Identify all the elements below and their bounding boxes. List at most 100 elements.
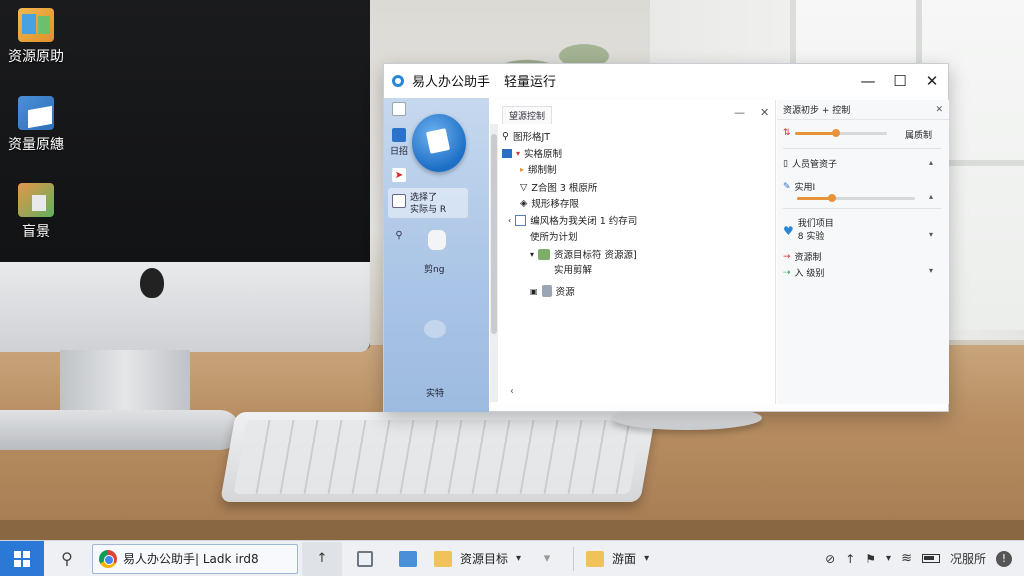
shield-icon <box>541 285 552 297</box>
property-row[interactable]: ✎ 实用I <box>783 180 815 194</box>
tree-item-label: 图形格JT <box>512 132 551 143</box>
expand-icon[interactable]: ▾ <box>530 250 534 259</box>
scroll-up-button[interactable]: ↑ <box>302 541 342 576</box>
arrow-up-icon: ↑ <box>316 551 328 566</box>
panel-close-button[interactable]: ✕ <box>760 106 769 119</box>
apple-logo-icon <box>140 268 164 298</box>
windows-logo-icon <box>14 550 30 567</box>
expand-icon[interactable]: ▸ <box>520 165 524 174</box>
search-button[interactable]: ⚲ <box>44 541 90 576</box>
sort-icon: ⇅ <box>783 128 791 138</box>
tree-item[interactable]: ▾ 实格原制 <box>502 146 562 160</box>
expand-icon[interactable]: ▾ <box>516 149 520 158</box>
panel-minimize-button[interactable]: — <box>734 106 745 119</box>
folder-icon <box>586 550 605 567</box>
arrow-up-icon[interactable]: ↑ <box>845 552 855 566</box>
tab-resource-control[interactable]: 望源控制 <box>502 106 553 124</box>
property-row[interactable]: ▯ 人员管资子 <box>783 157 837 171</box>
maximize-button[interactable]: ☐ <box>884 64 916 97</box>
property-slider[interactable] <box>795 129 887 137</box>
taskbar-app-folder[interactable]: 资源目标 ▾ <box>428 541 527 576</box>
background-keyboard <box>220 412 656 502</box>
slider-knob[interactable] <box>832 129 841 137</box>
tree-item-label: 使所为计划 <box>530 232 578 243</box>
heart-icon: ♥ <box>783 224 794 238</box>
tree-item[interactable]: ◈ 规形移存限 <box>520 196 579 211</box>
tree-item-label: 编风格为我关闭 1 约存司 <box>530 216 638 227</box>
notification-icon[interactable]: ! <box>996 550 1012 567</box>
sidebar: 日招 ➤ 选择了 实际与 R ⚲ 剪ng 实特 <box>384 98 489 412</box>
dropdown-icon[interactable]: ▾ <box>516 553 521 564</box>
properties-close-button[interactable]: ✕ <box>935 105 943 115</box>
collapse-icon[interactable]: ▴ <box>929 192 933 201</box>
taskbar-app-active[interactable]: 易人办公助手| Ladk ird8 <box>92 543 298 574</box>
folder-icon <box>502 148 512 158</box>
dropdown-icon[interactable]: ▾ <box>644 553 649 564</box>
tree-item[interactable]: ▣ 资源 <box>530 284 575 298</box>
desktop-icon-resource-docs[interactable]: 资量原繐 <box>0 96 72 154</box>
tree-item[interactable]: ▾ 资源目标符 资源源] <box>530 247 637 261</box>
tray-dropdown-icon[interactable]: ▾ <box>886 553 891 564</box>
app-window: 易人办公助手 轻量运行 — ☐ ✕ 日招 ➤ 选择了 实际与 R ⚲ 剪ng 实… <box>383 63 949 412</box>
desktop-icon-resource-assistant[interactable]: 资源原助 <box>0 8 72 66</box>
dropdown-icon[interactable]: ▾ <box>929 230 933 239</box>
task-view-button[interactable] <box>342 541 388 576</box>
collapse-icon[interactable]: ▴ <box>929 158 933 167</box>
property-slider[interactable] <box>797 194 915 202</box>
monitor-chin <box>0 262 370 352</box>
expand-icon[interactable]: ▣ <box>530 287 538 296</box>
clock[interactable]: 况服所 <box>950 550 986 567</box>
link-icon[interactable]: ⚲ <box>392 228 406 242</box>
taskbar-folder-label: 资源目标 <box>460 552 509 566</box>
tree-item-label: 实格原制 <box>524 149 563 160</box>
brush-icon[interactable] <box>428 230 446 250</box>
tree-item[interactable]: ⚲ 图形格JT <box>502 129 551 144</box>
tree-item[interactable]: ▸ 绑制制 <box>520 162 557 177</box>
dropdown-icon[interactable]: ▾ <box>929 266 933 275</box>
checkbox-icon[interactable] <box>515 214 527 226</box>
collapse-icon[interactable]: ‹ <box>508 216 511 225</box>
minimize-button[interactable]: — <box>852 64 884 97</box>
start-button[interactable] <box>0 540 44 576</box>
battery-icon[interactable] <box>921 554 940 563</box>
slider-fill <box>797 197 833 200</box>
tree-panel: 望源控制 — ✕ ⚲ 图形格JT ▾ 实格原制 ▸ 绑制制 ▽ Z合图 3 根原… <box>490 100 776 404</box>
taskbar-divider <box>573 546 575 571</box>
cursor-icon[interactable]: ➤ <box>392 168 406 182</box>
property-row[interactable]: → 资源制 <box>783 250 822 264</box>
document-icon[interactable] <box>392 128 406 142</box>
shield-icon: ◈ <box>520 197 528 209</box>
wifi-icon[interactable]: ≋ <box>901 551 912 566</box>
desktop-icon-label: 资源原助 <box>8 49 64 65</box>
title-bar[interactable]: 易人办公助手 轻量运行 — ☐ ✕ <box>384 64 948 97</box>
tree-item[interactable]: ‹ 编风格为我关闭 1 约存司 <box>508 213 637 227</box>
sidebar-item-label[interactable]: 剪ng <box>424 264 444 276</box>
page-icon: ▯ <box>783 158 788 169</box>
app-logo-icon <box>392 74 404 87</box>
tree-item-label: 绑制制 <box>528 165 557 176</box>
tool-icon: ✎ <box>783 181 791 192</box>
flag-icon[interactable]: ⚑ <box>865 552 876 566</box>
dropdown-arrow[interactable]: ▾ <box>527 541 567 576</box>
scroll-left-arrow[interactable]: ‹ <box>510 386 514 397</box>
menu-icon[interactable] <box>392 102 406 116</box>
sidebar-item-label[interactable]: 实特 <box>426 388 444 400</box>
tree-item-label: 规形移存限 <box>531 199 579 210</box>
property-row[interactable]: ♥ 我们项目 8 实验 <box>783 218 834 244</box>
property-label: 我们项目 8 实验 <box>797 219 834 242</box>
close-button[interactable]: ✕ <box>916 64 948 97</box>
tree-item[interactable]: 实用剪解 <box>554 262 592 276</box>
link-icon[interactable]: ⊘ <box>825 552 835 566</box>
tree-scrollbar[interactable] <box>490 124 498 402</box>
desktop-icon-scene[interactable]: 盲景 <box>0 183 72 241</box>
sidebar-item-label[interactable]: 日招 <box>390 146 408 158</box>
property-row[interactable]: ⇢ 入 级别 <box>783 266 825 280</box>
checkbox-icon[interactable] <box>392 194 406 208</box>
tree-item[interactable]: ▽ Z合图 3 根原所 <box>520 180 597 195</box>
tree-item[interactable]: 使所为计划 <box>530 229 578 243</box>
taskbar-app-dock[interactable] <box>388 541 428 576</box>
property-label: 入 级别 <box>794 269 825 279</box>
taskbar-app-second[interactable]: 游面 ▾ <box>580 541 655 576</box>
slider-knob[interactable] <box>828 194 837 202</box>
arrow-right-icon: → <box>783 251 791 262</box>
